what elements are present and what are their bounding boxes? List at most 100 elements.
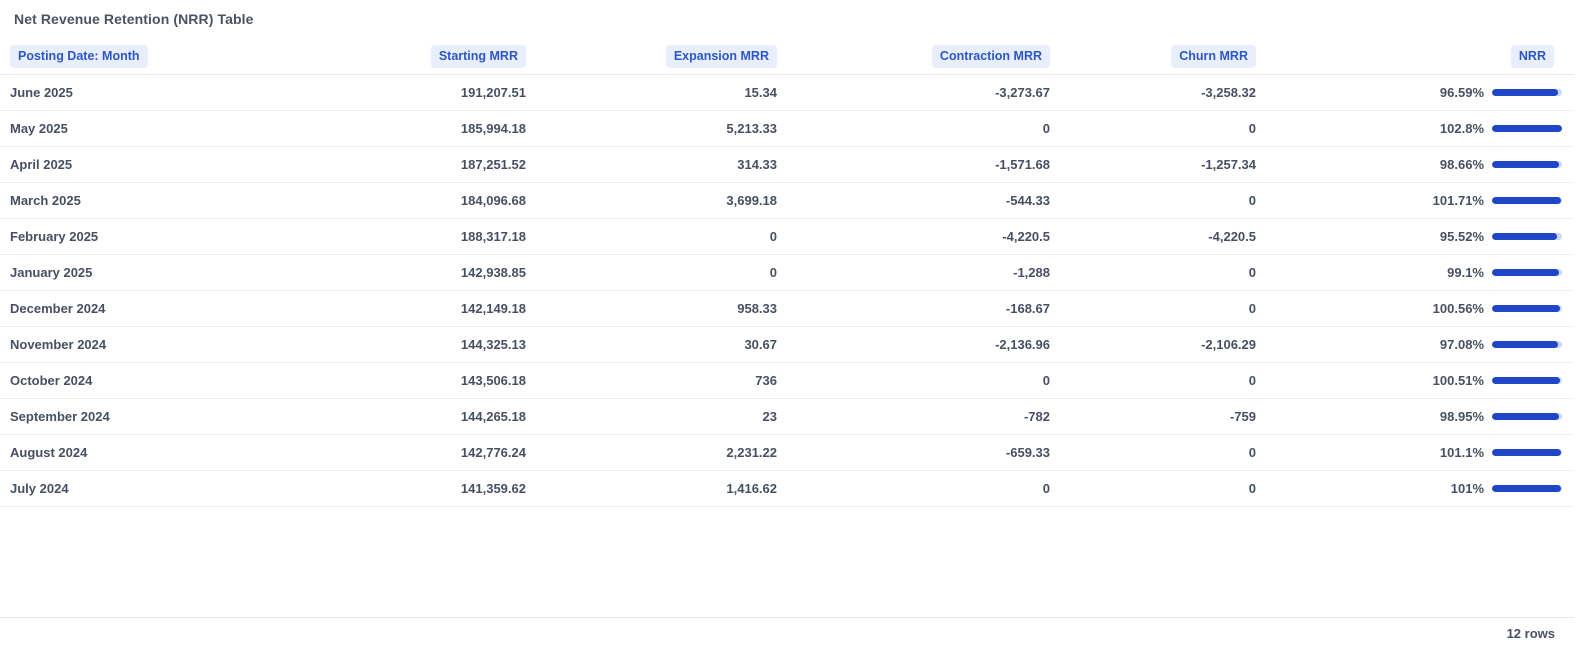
cell-contraction-mrr: 0 bbox=[1042, 481, 1050, 496]
cell-month: November 2024 bbox=[10, 337, 107, 352]
nrr-bar-track bbox=[1492, 449, 1562, 456]
nrr-bar-fill bbox=[1492, 449, 1561, 456]
row-count: 12 rows bbox=[1506, 626, 1555, 641]
table-row: February 2025 188,317.18 0 -4,220.5 -4,220.5… bbox=[0, 219, 1574, 255]
nrr-bar-fill bbox=[1492, 269, 1560, 276]
nrr-bar-track bbox=[1492, 197, 1562, 204]
cell-month: August 2024 bbox=[10, 445, 88, 460]
nrr-value: 95.52% bbox=[1439, 229, 1484, 244]
nrr-bar-track bbox=[1492, 305, 1562, 312]
table-body: June 2025 191,207.51 15.34 -3,273.67 -3,258.… bbox=[0, 75, 1574, 507]
cell-churn-mrr: 0 bbox=[1248, 193, 1256, 208]
cell-expansion-mrr: 0 bbox=[769, 229, 777, 244]
table-row: June 2025 191,207.51 15.34 -3,273.67 -3,258.… bbox=[0, 75, 1574, 111]
cell-churn-mrr: 0 bbox=[1248, 121, 1256, 136]
cell-month: September 2024 bbox=[10, 409, 110, 424]
cell-month: July 2024 bbox=[10, 481, 69, 496]
nrr-value: 100.51% bbox=[1432, 373, 1484, 388]
column-header-churn-mrr[interactable]: Churn MRR bbox=[1171, 44, 1256, 68]
nrr-bar-fill bbox=[1492, 341, 1559, 348]
cell-churn-mrr: -3,258.32 bbox=[1201, 85, 1256, 100]
cell-contraction-mrr: -1,571.68 bbox=[995, 157, 1050, 172]
cell-nrr: 99.1% bbox=[1274, 255, 1574, 290]
nrr-table-card: Net Revenue Retention (NRR) Table Postin… bbox=[0, 0, 1586, 653]
cell-churn-mrr: 0 bbox=[1248, 301, 1256, 316]
cell-starting-mrr: 188,317.18 bbox=[460, 229, 526, 244]
cell-month: June 2025 bbox=[10, 85, 73, 100]
cell-nrr: 95.52% bbox=[1274, 219, 1574, 254]
cell-contraction-mrr: 0 bbox=[1042, 373, 1050, 388]
cell-expansion-mrr: 15.34 bbox=[744, 85, 777, 100]
footer-divider bbox=[0, 617, 1574, 618]
cell-nrr: 96.59% bbox=[1274, 75, 1574, 110]
cell-month: February 2025 bbox=[10, 229, 99, 244]
cell-contraction-mrr: -659.33 bbox=[1005, 445, 1050, 460]
cell-nrr: 101.1% bbox=[1274, 435, 1574, 470]
cell-month: October 2024 bbox=[10, 373, 93, 388]
cell-nrr: 102.8% bbox=[1274, 111, 1574, 146]
cell-month: January 2025 bbox=[10, 265, 93, 280]
table-row: July 2024 141,359.62 1,416.62 0 0 101% bbox=[0, 471, 1574, 507]
cell-expansion-mrr: 314.33 bbox=[737, 157, 777, 172]
cell-month: December 2024 bbox=[10, 301, 106, 316]
nrr-value: 101% bbox=[1450, 481, 1484, 496]
nrr-value: 99.1% bbox=[1447, 265, 1484, 280]
cell-nrr: 97.08% bbox=[1274, 327, 1574, 362]
nrr-bar-fill bbox=[1492, 377, 1561, 384]
cell-contraction-mrr: -1,288 bbox=[1013, 265, 1050, 280]
nrr-bar-track bbox=[1492, 89, 1562, 96]
cell-month: April 2025 bbox=[10, 157, 73, 172]
cell-contraction-mrr: -782 bbox=[1023, 409, 1050, 424]
cell-starting-mrr: 142,776.24 bbox=[460, 445, 526, 460]
cell-contraction-mrr: -2,136.96 bbox=[995, 337, 1050, 352]
table-row: April 2025 187,251.52 314.33 -1,571.68 -1,25… bbox=[0, 147, 1574, 183]
nrr-bar-fill bbox=[1492, 233, 1558, 240]
nrr-value: 100.56% bbox=[1432, 301, 1484, 316]
cell-expansion-mrr: 30.67 bbox=[744, 337, 777, 352]
cell-starting-mrr: 144,265.18 bbox=[460, 409, 526, 424]
column-header-nrr[interactable]: NRR bbox=[1510, 44, 1554, 68]
table-header-row: Posting Date: Month Starting MRR Expansi… bbox=[0, 38, 1574, 75]
cell-expansion-mrr: 5,213.33 bbox=[726, 121, 777, 136]
cell-starting-mrr: 143,506.18 bbox=[460, 373, 526, 388]
cell-starting-mrr: 185,994.18 bbox=[460, 121, 526, 136]
cell-starting-mrr: 142,149.18 bbox=[460, 301, 526, 316]
cell-churn-mrr: 0 bbox=[1248, 445, 1256, 460]
cell-starting-mrr: 142,938.85 bbox=[460, 265, 526, 280]
cell-nrr: 98.66% bbox=[1274, 147, 1574, 182]
cell-contraction-mrr: -168.67 bbox=[1005, 301, 1050, 316]
nrr-value: 96.59% bbox=[1439, 85, 1484, 100]
cell-expansion-mrr: 2,231.22 bbox=[726, 445, 777, 460]
data-table: Posting Date: Month Starting MRR Expansi… bbox=[0, 38, 1574, 507]
table-row: November 2024 144,325.13 30.67 -2,136.96 -2,… bbox=[0, 327, 1574, 363]
table-row: March 2025 184,096.68 3,699.18 -544.33 0 101.… bbox=[0, 183, 1574, 219]
cell-churn-mrr: 0 bbox=[1248, 265, 1256, 280]
cell-starting-mrr: 187,251.52 bbox=[460, 157, 526, 172]
cell-contraction-mrr: 0 bbox=[1042, 121, 1050, 136]
table-row: December 2024 142,149.18 958.33 -168.67 0 100… bbox=[0, 291, 1574, 327]
cell-expansion-mrr: 23 bbox=[762, 409, 777, 424]
nrr-bar-track bbox=[1492, 233, 1562, 240]
nrr-bar-track bbox=[1492, 413, 1562, 420]
column-header-starting-mrr[interactable]: Starting MRR bbox=[430, 44, 526, 68]
nrr-value: 101.71% bbox=[1432, 193, 1484, 208]
cell-nrr: 100.56% bbox=[1274, 291, 1574, 326]
cell-starting-mrr: 141,359.62 bbox=[460, 481, 526, 496]
column-header-expansion-mrr[interactable]: Expansion MRR bbox=[665, 44, 777, 68]
column-header-posting-date[interactable]: Posting Date: Month bbox=[10, 44, 148, 68]
column-header-contraction-mrr[interactable]: Contraction MRR bbox=[931, 44, 1050, 68]
table-row: October 2024 143,506.18 736 0 0 100.51% bbox=[0, 363, 1574, 399]
cell-starting-mrr: 184,096.68 bbox=[460, 193, 526, 208]
cell-churn-mrr: -1,257.34 bbox=[1201, 157, 1256, 172]
table-row: September 2024 144,265.18 23 -782 -759 98.95% bbox=[0, 399, 1574, 435]
nrr-bar-track bbox=[1492, 161, 1562, 168]
cell-month: May 2025 bbox=[10, 121, 68, 136]
nrr-bar-fill bbox=[1492, 161, 1560, 168]
nrr-bar-track bbox=[1492, 485, 1562, 492]
nrr-value: 97.08% bbox=[1439, 337, 1484, 352]
nrr-bar-fill bbox=[1492, 305, 1561, 312]
nrr-value: 98.66% bbox=[1439, 157, 1484, 172]
nrr-bar-fill bbox=[1492, 485, 1561, 492]
cell-contraction-mrr: -544.33 bbox=[1005, 193, 1050, 208]
cell-month: March 2025 bbox=[10, 193, 81, 208]
